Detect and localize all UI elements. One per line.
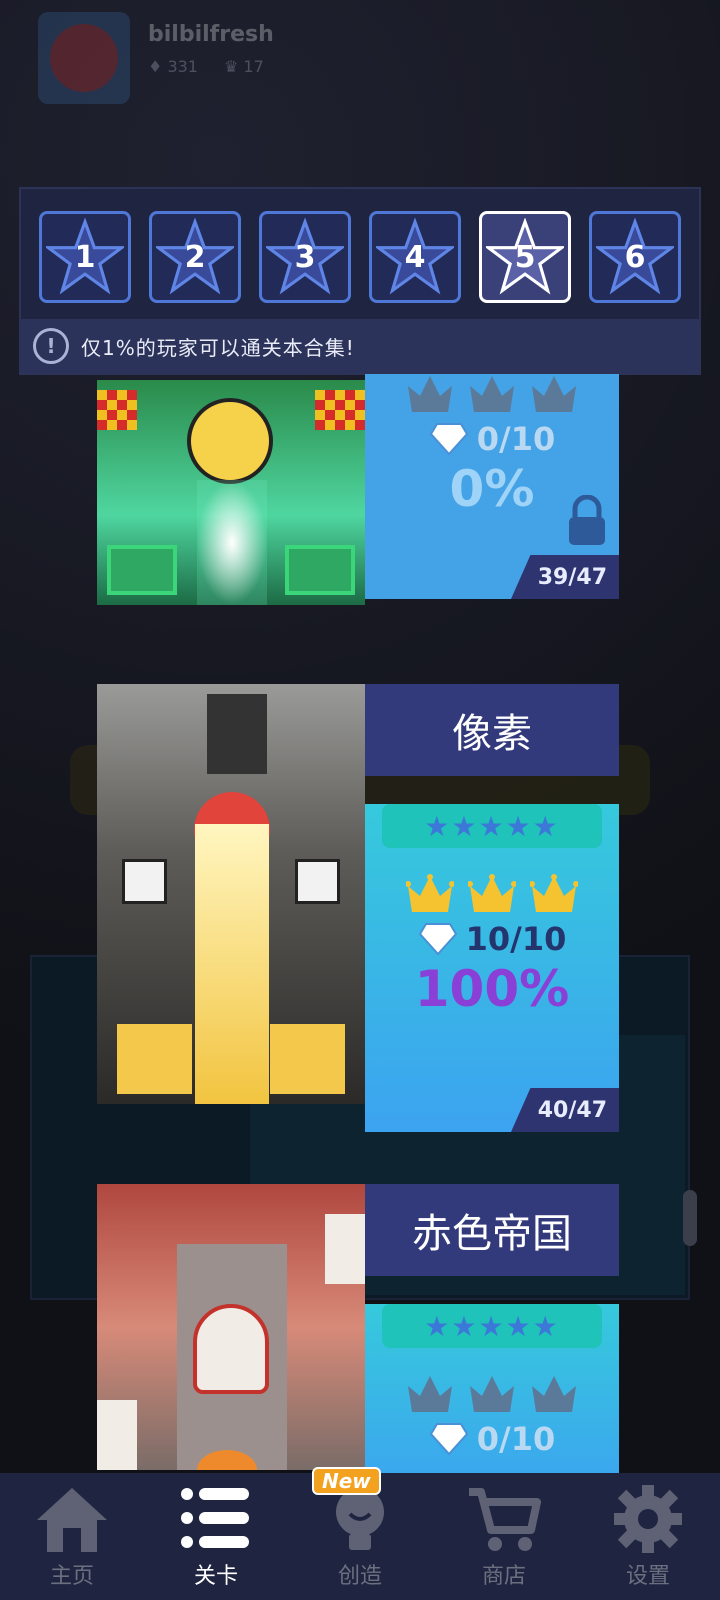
nav-label: 关卡 [193, 1564, 238, 1589]
notice-bar: ! 仅1%的玩家可以通关本合集! [21, 319, 699, 373]
username: bilbilfresh [148, 22, 274, 47]
list-icon [181, 1488, 249, 1548]
gear-icon [614, 1485, 682, 1553]
crown-icon [470, 1376, 514, 1412]
level-card[interactable]: 赤色帝国 ★★★★★ 0/10 [97, 1184, 619, 1498]
difficulty-stars: ★★★★★ [382, 804, 602, 848]
level-stats: 0/10 0% 39/47 [365, 374, 619, 599]
level-info: 赤色帝国 ★★★★★ 0/10 [365, 1184, 619, 1498]
gem-count: 0/10 [476, 1420, 556, 1458]
profile-header: bilbilfresh ♦ 331 ♛ 17 [38, 12, 274, 104]
scrollbar-thumb[interactable] [683, 1190, 697, 1246]
home-icon [37, 1488, 107, 1552]
star-tab-6[interactable]: 6 [589, 211, 681, 303]
crown-icon [532, 376, 576, 412]
level-thumbnail [97, 684, 365, 1104]
nav-item-create[interactable]: New 创造 [288, 1467, 432, 1600]
star-tab-5[interactable]: 5 [479, 211, 571, 303]
crown-count: ♛ 17 [223, 57, 264, 76]
soccer-ball-icon [187, 398, 273, 484]
bottom-nav: 主页 关卡 New 创造 商店 设置 [0, 1467, 720, 1600]
gem-count: 10/10 [465, 920, 567, 958]
cart-icon [469, 1488, 541, 1551]
diamond-icon [429, 423, 468, 456]
gem-count: 0/10 [476, 420, 556, 458]
crown-row [365, 374, 619, 414]
info-icon: ! [33, 328, 69, 364]
lock-icon [569, 495, 605, 545]
crown-icon [530, 874, 578, 912]
level-card[interactable]: 像素 ★★★★★ 10/10 100% 40/47 [97, 684, 619, 1132]
level-info: 0/10 0% 39/47 [365, 374, 619, 605]
star-tab-2[interactable]: 2 [149, 211, 241, 303]
collection-tab-panel: 1 2 3 4 5 6 ! 仅1%的玩家可以通关本合集! [19, 187, 701, 375]
level-stats: ★★★★★ 10/10 100% 40/47 [365, 804, 619, 1132]
crown-row [365, 874, 619, 914]
crown-icon [408, 376, 452, 412]
completion-percent: 100% [414, 960, 570, 1018]
level-stats: ★★★★★ 0/10 [365, 1304, 619, 1498]
level-thumbnail [97, 1184, 365, 1470]
robot-icon [193, 1304, 269, 1394]
nav-item-settings[interactable]: 设置 [576, 1473, 720, 1600]
diamond-icon [418, 923, 457, 956]
level-title: 像素 [365, 684, 619, 776]
crown-icon [408, 1376, 452, 1412]
nav-label: 创造 [337, 1564, 382, 1589]
gem-progress: 0/10 [365, 1420, 619, 1458]
level-number-tag: 39/47 [511, 555, 619, 599]
difficulty-stars: ★★★★★ [382, 1304, 602, 1348]
nav-item-home[interactable]: 主页 [0, 1473, 144, 1600]
nav-label: 设置 [625, 1564, 670, 1589]
crown-icon [468, 874, 516, 912]
level-card[interactable]: 0/10 0% 39/47 [97, 374, 619, 605]
level-number-tag: 40/47 [511, 1088, 619, 1132]
level-title: 赤色帝国 [365, 1184, 619, 1276]
new-badge: New [312, 1467, 381, 1495]
crown-icon [470, 376, 514, 412]
crown-icon [532, 1376, 576, 1412]
star-tab-label: 6 [624, 239, 646, 275]
gem-progress: 10/10 [365, 920, 619, 958]
star-tab-label: 1 [74, 239, 96, 275]
star-tab-label: 4 [404, 239, 426, 275]
star-tab-label: 5 [514, 239, 536, 275]
star-tab-3[interactable]: 3 [259, 211, 351, 303]
nav-item-shop[interactable]: 商店 [432, 1473, 576, 1600]
crown-row [365, 1374, 619, 1414]
star-tab-4[interactable]: 4 [369, 211, 461, 303]
gem-progress: 0/10 [365, 420, 619, 458]
notice-text: 仅1%的玩家可以通关本合集! [81, 335, 355, 360]
star-tab-label: 3 [294, 239, 316, 275]
diamond-icon [429, 1423, 468, 1456]
level-info: 像素 ★★★★★ 10/10 100% 40/47 [365, 684, 619, 1132]
level-thumbnail [97, 380, 365, 605]
crown-icon [406, 874, 454, 912]
nav-label: 主页 [49, 1564, 94, 1589]
star-tab-label: 2 [184, 239, 206, 275]
gem-count: ♦ 331 [148, 57, 198, 76]
avatar [38, 12, 130, 104]
star-tabs: 1 2 3 4 5 6 [39, 211, 681, 303]
nav-label: 商店 [481, 1564, 526, 1589]
nav-item-levels[interactable]: 关卡 [144, 1473, 288, 1600]
star-tab-1[interactable]: 1 [39, 211, 131, 303]
